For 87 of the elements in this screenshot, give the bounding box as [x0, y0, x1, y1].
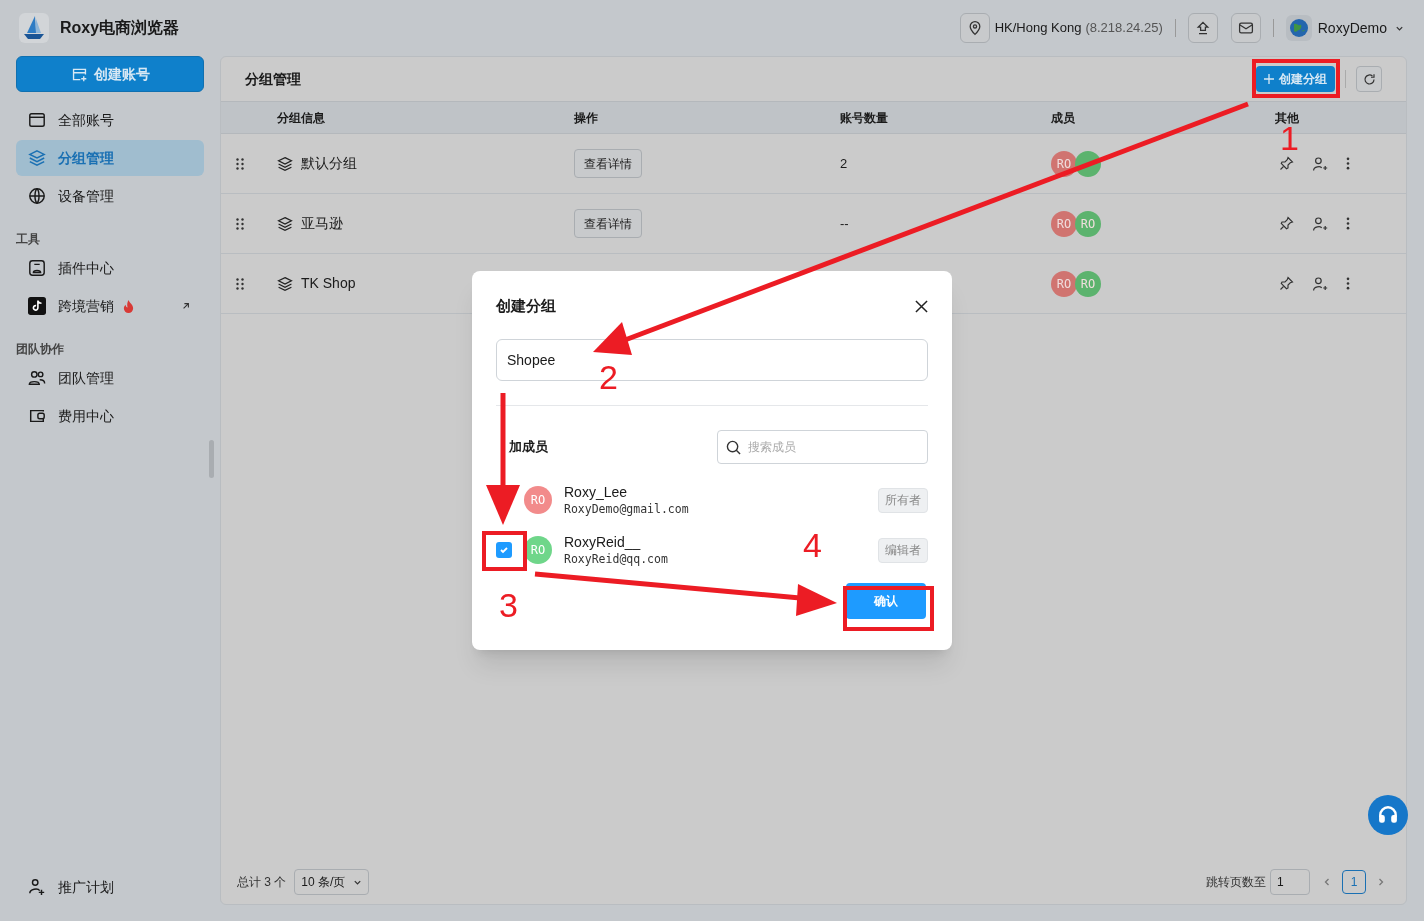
- plus-icon: [1264, 74, 1274, 84]
- sailboat-logo-icon: [19, 13, 49, 43]
- layers-icon: [277, 155, 293, 172]
- step-number: 1: [1280, 124, 1299, 152]
- app-title: Roxy电商浏览器: [60, 18, 180, 38]
- nav-item[interactable]: 推广计划: [16, 869, 204, 905]
- proxy-ip: (8.218.24.25): [1085, 19, 1163, 38]
- plugin-icon: [28, 259, 46, 277]
- column-header: 成员: [1051, 110, 1075, 125]
- layers-icon: [28, 149, 46, 167]
- table-cell: 2: [840, 155, 848, 171]
- member-name: Roxy_Lee: [564, 483, 629, 501]
- wallet-icon: [28, 407, 46, 425]
- checkmark-icon: [499, 545, 509, 555]
- member-avatar: RO: [1051, 270, 1077, 297]
- page-input[interactable]: 1: [1270, 869, 1310, 895]
- location-button[interactable]: [959, 13, 990, 43]
- scrollbar-thumb[interactable]: [209, 440, 214, 478]
- drag-handle-icon[interactable]: [236, 277, 244, 290]
- mail-button[interactable]: [1230, 13, 1261, 43]
- add-members-label: 加成员: [508, 438, 548, 457]
- section-heading: 工具: [16, 231, 41, 246]
- group-name: 亚马逊: [301, 214, 343, 233]
- column-header: 分组信息: [277, 110, 325, 125]
- add-user-icon[interactable]: [1312, 155, 1328, 172]
- page-title: 分组管理: [245, 69, 301, 89]
- nav-item[interactable]: 设备管理: [16, 178, 204, 214]
- headset-icon: [1377, 804, 1399, 826]
- member-avatar: RO: [1075, 210, 1101, 237]
- step-number: 4: [803, 531, 822, 559]
- user-name: RoxyDemo: [1317, 18, 1387, 38]
- group-name: TK Shop: [301, 274, 356, 293]
- role-tag: 所有者: [878, 487, 928, 513]
- add-user-icon[interactable]: [1312, 215, 1328, 232]
- member-checkbox[interactable]: [496, 542, 512, 558]
- member-avatar: RO: [1075, 270, 1101, 297]
- dialog-title: 创建分组: [496, 295, 556, 316]
- globe-icon: [28, 187, 46, 205]
- member-avatar: RO: [1051, 210, 1077, 237]
- close-icon[interactable]: [915, 299, 928, 313]
- page-size-select[interactable]: 10 条/页: [294, 869, 370, 895]
- group-name: 默认分组: [301, 154, 357, 173]
- nav-item[interactable]: 全部账号: [16, 102, 204, 138]
- step-number: 3: [499, 591, 518, 619]
- member-search-field[interactable]: 搜索成员: [717, 430, 928, 464]
- pin-icon[interactable]: [1279, 216, 1294, 231]
- nav-item[interactable]: 费用中心: [16, 398, 204, 434]
- jump-label: 跳转页数至: [1206, 874, 1266, 891]
- member-name: RoxyReid__: [564, 533, 642, 551]
- card-icon: [28, 111, 46, 129]
- total-count: 总计 3 个: [237, 874, 287, 891]
- proxy-location: HK/Hong Kong: [994, 19, 1082, 38]
- column-header: 操作: [574, 110, 598, 125]
- pin-icon[interactable]: [1279, 276, 1294, 291]
- nav-item[interactable]: 跨境营销: [16, 288, 204, 324]
- upload-icon: [1194, 20, 1211, 36]
- search-icon: [726, 440, 741, 455]
- team-icon: [28, 369, 46, 387]
- mail-icon: [1237, 20, 1254, 36]
- member-email: RoxyReid@qq.com: [564, 551, 668, 567]
- highlight-box: [482, 531, 527, 571]
- layers-icon: [277, 215, 293, 232]
- column-header: 账号数量: [840, 110, 888, 125]
- drag-handle-icon[interactable]: [236, 217, 244, 230]
- nav-item[interactable]: 团队管理: [16, 360, 204, 396]
- role-tag: 编辑者: [878, 537, 928, 563]
- music-note-icon: [28, 297, 46, 315]
- globe-avatar-icon: [1285, 15, 1312, 41]
- refresh-button[interactable]: [1356, 66, 1382, 92]
- add-user-icon[interactable]: [1312, 275, 1328, 292]
- more-icon[interactable]: [1346, 217, 1350, 230]
- pin-icon[interactable]: [1279, 156, 1294, 171]
- user-plus-icon: [28, 878, 46, 896]
- more-icon[interactable]: [1346, 277, 1350, 290]
- table-cell: --: [840, 215, 849, 231]
- layers-icon: [277, 275, 293, 292]
- upload-button[interactable]: [1187, 13, 1218, 43]
- view-details-button[interactable]: 查看详情: [574, 209, 642, 238]
- section-heading: 团队协作: [16, 341, 65, 356]
- drag-handle-icon[interactable]: [236, 157, 244, 170]
- nav-item[interactable]: 插件中心: [16, 250, 204, 286]
- view-details-button[interactable]: 查看详情: [574, 149, 642, 178]
- more-icon[interactable]: [1346, 157, 1350, 170]
- member-avatar: RO: [524, 486, 552, 514]
- refresh-icon: [1361, 71, 1377, 87]
- column-header: 其他: [1275, 110, 1299, 125]
- member-email: RoxyDemo@gmail.com: [564, 501, 689, 517]
